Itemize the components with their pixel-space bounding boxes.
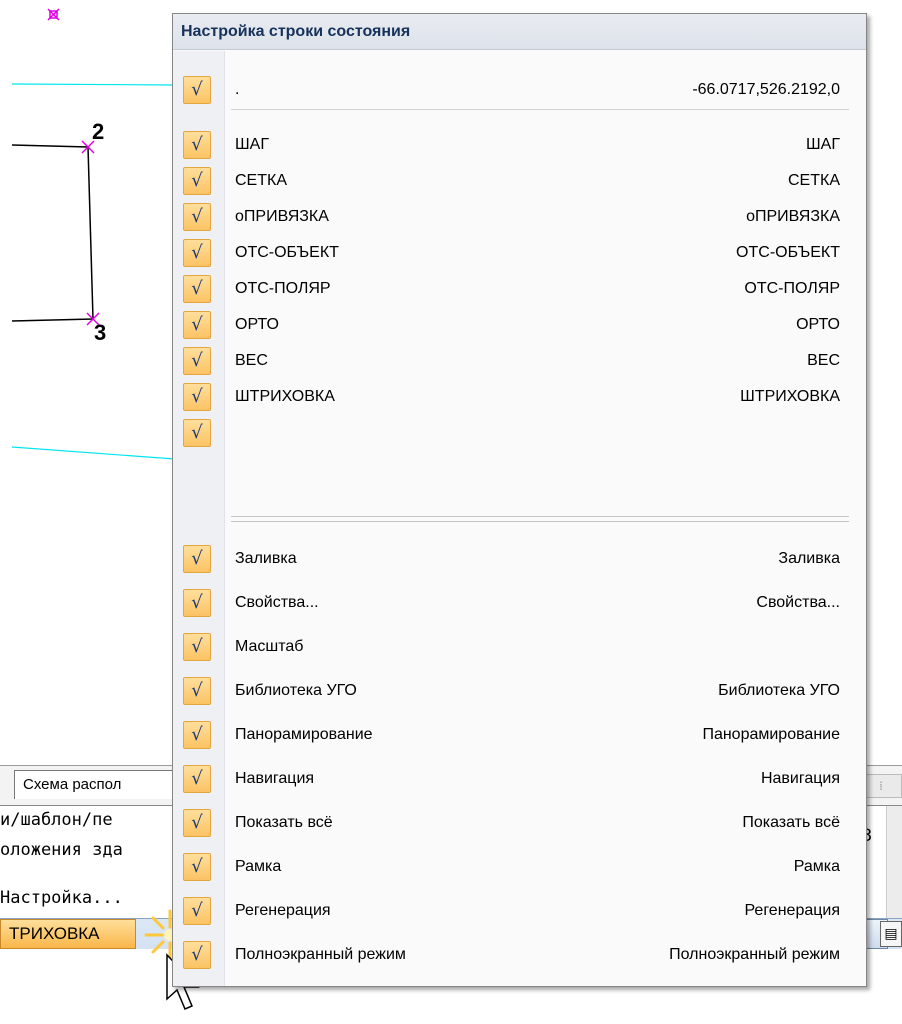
menu-item-fullscreen[interactable]: √ Полноэкранный режим Полноэкранный режим (173, 937, 866, 973)
point-label-3: 3 (94, 320, 107, 345)
menu-item-label: ОТС-ОБЪЕКТ (235, 244, 339, 261)
menu-separator (231, 109, 849, 110)
menu-item-coordinates[interactable]: √ . -66.0717,526.2192,0 (173, 72, 866, 108)
cyan-line-top (11, 83, 176, 86)
menu-item-value: -66.0717,526.2192,0 (692, 81, 840, 98)
checkmark-icon: √ (183, 677, 211, 705)
status-bar-settings-menu: Настройка строки состояния √ . -66.0717,… (172, 13, 867, 987)
snap-marker-top (47, 8, 60, 21)
menu-item-label: Показать всё (235, 814, 333, 831)
checkmark-icon: √ (183, 275, 211, 303)
checkmark-icon: √ (183, 419, 211, 447)
checkmark-icon: √ (183, 853, 211, 881)
menu-item-scale[interactable]: √ Масштаб (173, 629, 866, 665)
menu-item-value: ШТРИХОВКА (740, 388, 840, 405)
menu-item-label: Навигация (235, 770, 315, 787)
checkmark-icon: √ (183, 589, 211, 617)
menu-item-label: Регенерация (235, 902, 331, 919)
menu-item-value: Показать всё (742, 814, 840, 831)
checkmark-icon: √ (183, 633, 211, 661)
menu-item-value: ОРТО (796, 316, 840, 333)
checkmark-icon: √ (183, 76, 211, 104)
menu-item-value: Полноэкранный режим (669, 946, 840, 963)
menu-item-label: ОРТО (235, 316, 279, 333)
menu-item-osnap[interactable]: √ оПРИВЯЗКА оПРИВЯЗКА (173, 199, 866, 235)
menu-item-value: ШАГ (806, 136, 840, 153)
menu-item-label: Рамка (235, 858, 282, 875)
menu-item-grid[interactable]: √ СЕТКА СЕТКА (173, 163, 866, 199)
command-history-line: Настройка... (0, 888, 123, 908)
menu-item-value: Панорамирование (702, 726, 840, 743)
menu-item-value: Регенерация (744, 902, 840, 919)
menu-item-value: ОТС-ОБЪЕКТ (736, 244, 840, 261)
menu-item-label: Заливка (235, 550, 297, 567)
black-polyline (11, 144, 94, 322)
command-history-line: и/шаблон/пе (0, 810, 113, 830)
menu-item-regen[interactable]: √ Регенерация Регенерация (173, 893, 866, 929)
menu-separator-double (231, 516, 849, 522)
checkmark-icon: √ (183, 347, 211, 375)
menu-item-frame[interactable]: √ Рамка Рамка (173, 849, 866, 885)
menu-item-label: оПРИВЯЗКА (235, 208, 329, 225)
checkmark-icon: √ (183, 809, 211, 837)
menu-item-panning[interactable]: √ Панорамирование Панорамирование (173, 717, 866, 753)
checkmark-icon: √ (183, 311, 211, 339)
properties-icon[interactable]: ▤ (880, 921, 902, 947)
menu-title: Настройка строки состояния (173, 14, 866, 50)
status-hatch-button[interactable]: ТРИХОВКА (0, 919, 136, 949)
menu-item-symbol-library[interactable]: √ Библиотека УГО Библиотека УГО (173, 673, 866, 709)
menu-item-fill[interactable]: √ Заливка Заливка (173, 541, 866, 577)
checkmark-icon: √ (183, 383, 211, 411)
menu-item-navigation[interactable]: √ Навигация Навигация (173, 761, 866, 797)
menu-item-hatch[interactable]: √ ШТРИХОВКА ШТРИХОВКА (173, 379, 866, 415)
menu-item-label: ОТС-ПОЛЯР (235, 280, 331, 297)
menu-item-lineweight[interactable]: √ ВЕС ВЕС (173, 343, 866, 379)
menu-item-label: Масштаб (235, 638, 304, 655)
checkmark-icon: √ (183, 721, 211, 749)
menu-item-value: ОТС-ПОЛЯР (744, 280, 840, 297)
menu-item-properties[interactable]: √ Свойства... Свойства... (173, 585, 866, 621)
menu-item-value: Рамка (793, 858, 840, 875)
checkmark-icon: √ (183, 203, 211, 231)
menu-item-ortho[interactable]: √ ОРТО ОРТО (173, 307, 866, 343)
menu-item-show-all[interactable]: √ Показать всё Показать всё (173, 805, 866, 841)
menu-item-value: Навигация (760, 770, 840, 787)
menu-item-snap[interactable]: √ ШАГ ШАГ (173, 127, 866, 163)
checkmark-icon: √ (183, 131, 211, 159)
menu-item-label: . (235, 81, 240, 98)
menu-item-label: ШТРИХОВКА (235, 388, 335, 405)
menu-item-label: СЕТКА (235, 172, 287, 189)
menu-item-label: Библиотека УГО (235, 682, 357, 699)
menu-item-label: Свойства... (235, 594, 319, 611)
checkmark-icon: √ (183, 941, 211, 969)
menu-item-label: Панорамирование (235, 726, 373, 743)
cyan-line-bottom (11, 446, 176, 460)
menu-item-blank[interactable]: √ (173, 415, 866, 451)
checkmark-icon: √ (183, 765, 211, 793)
menu-item-value: Свойства... (756, 594, 840, 611)
menu-item-label: ШАГ (235, 136, 269, 153)
menu-item-value: оПРИВЯЗКА (746, 208, 840, 225)
menu-item-value: ВЕС (807, 352, 840, 369)
menu-item-otrack[interactable]: √ ОТС-ОБЪЕКТ ОТС-ОБЪЕКТ (173, 235, 866, 271)
checkmark-icon: √ (183, 167, 211, 195)
command-scrollbar[interactable] (886, 806, 902, 919)
menu-item-label: ВЕС (235, 352, 268, 369)
menu-item-value: СЕТКА (788, 172, 840, 189)
checkmark-icon: √ (183, 239, 211, 267)
menu-item-label: Полноэкранный режим (235, 946, 406, 963)
menu-item-value: Библиотека УГО (718, 682, 840, 699)
menu-item-value: Заливка (778, 550, 840, 567)
checkmark-icon: √ (183, 545, 211, 573)
checkmark-icon: √ (183, 897, 211, 925)
point-label-2: 2 (92, 119, 105, 144)
menu-item-polar[interactable]: √ ОТС-ПОЛЯР ОТС-ПОЛЯР (173, 271, 866, 307)
command-history-line: оложения зда (0, 840, 123, 860)
scroll-thumb-icon: ⁞ (879, 779, 883, 793)
